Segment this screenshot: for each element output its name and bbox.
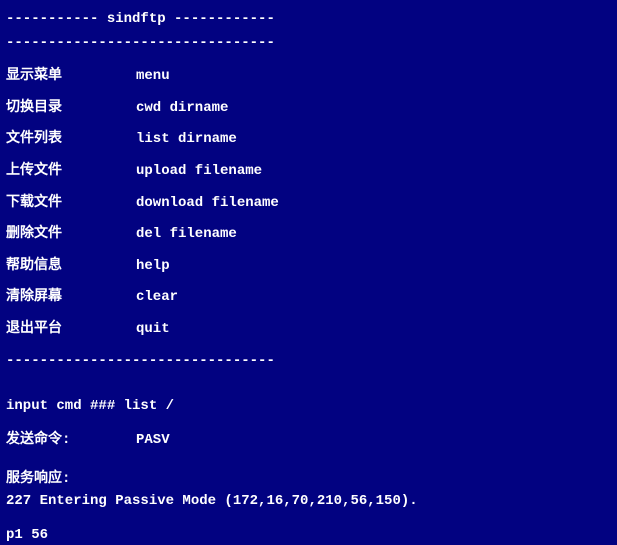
menu-label: 显示菜单 xyxy=(6,67,136,87)
menu-label: 下载文件 xyxy=(6,194,136,214)
menu-label: 帮助信息 xyxy=(6,257,136,277)
app-title: ----------- sindftp ------------ xyxy=(6,10,611,30)
menu-label: 退出平台 xyxy=(6,320,136,340)
menu-command: upload filename xyxy=(136,162,611,182)
command-input[interactable]: input cmd ### list / xyxy=(6,397,611,417)
send-label: 发送命令: xyxy=(6,431,136,451)
response-text: 227 Entering Passive Mode (172,16,70,210… xyxy=(6,492,611,512)
menu-command: cwd dirname xyxy=(136,99,611,119)
menu-label: 清除屏幕 xyxy=(6,288,136,308)
menu-item-upload: 上传文件 upload filename xyxy=(6,162,611,182)
menu-label: 文件列表 xyxy=(6,130,136,150)
menu-item-download: 下载文件 download filename xyxy=(6,194,611,214)
menu-item-list: 文件列表 list dirname xyxy=(6,130,611,150)
response-label: 服务响应: xyxy=(6,470,611,490)
footer-text: p1 56 xyxy=(6,526,611,545)
separator-bottom: -------------------------------- xyxy=(6,352,611,372)
menu-item-clear: 清除屏幕 clear xyxy=(6,288,611,308)
sent-command: PASV xyxy=(136,431,611,451)
menu-item-del: 删除文件 del filename xyxy=(6,225,611,245)
menu-command: quit xyxy=(136,320,611,340)
send-command-row: 发送命令: PASV xyxy=(6,431,611,451)
menu-item-quit: 退出平台 quit xyxy=(6,320,611,340)
menu-command: del filename xyxy=(136,225,611,245)
separator-top: -------------------------------- xyxy=(6,34,611,54)
menu-item-help: 帮助信息 help xyxy=(6,257,611,277)
menu-command: help xyxy=(136,257,611,277)
menu-command: menu xyxy=(136,67,611,87)
menu-command: list dirname xyxy=(136,130,611,150)
menu-command: clear xyxy=(136,288,611,308)
menu-item-cwd: 切换目录 cwd dirname xyxy=(6,99,611,119)
menu-label: 删除文件 xyxy=(6,225,136,245)
menu-command: download filename xyxy=(136,194,611,214)
menu-label: 切换目录 xyxy=(6,99,136,119)
menu-item-show-menu: 显示菜单 menu xyxy=(6,67,611,87)
menu-label: 上传文件 xyxy=(6,162,136,182)
